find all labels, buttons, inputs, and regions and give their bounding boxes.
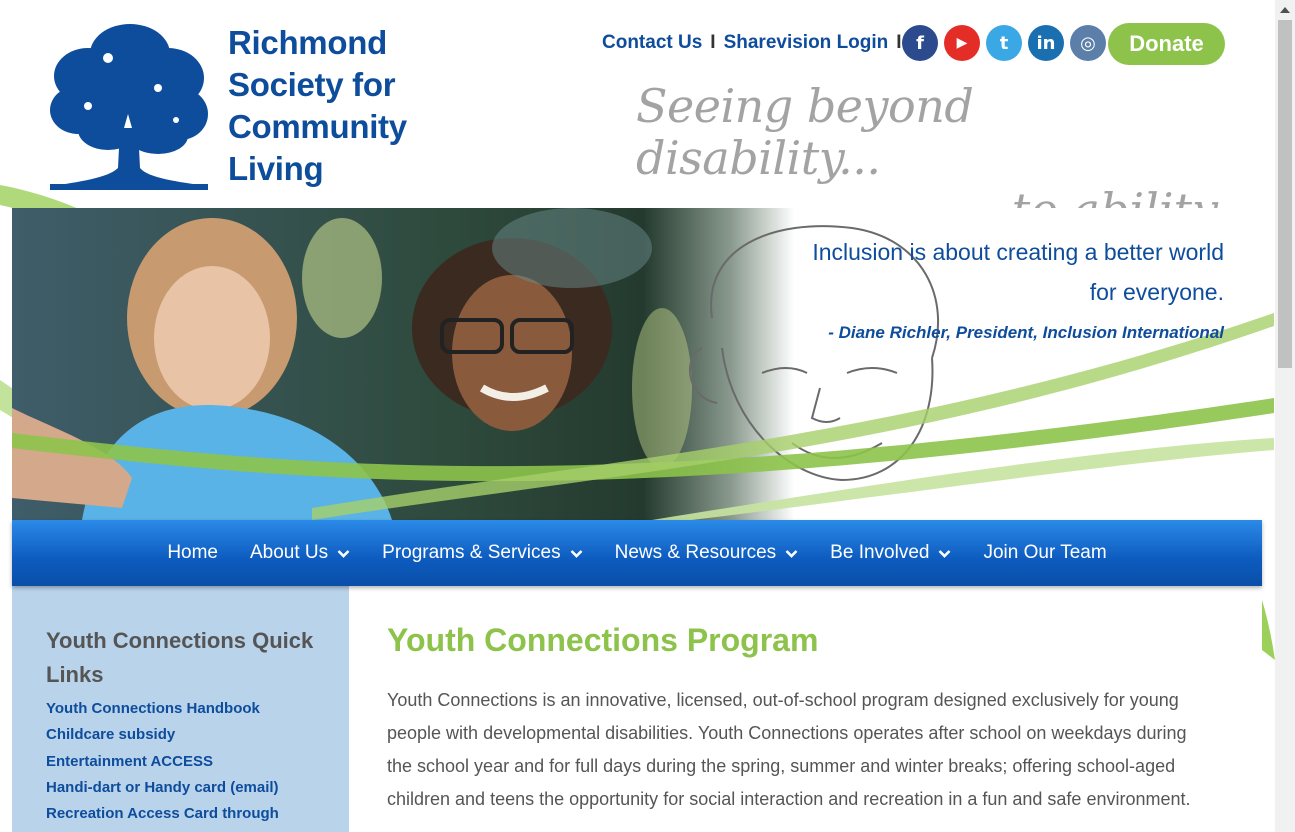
nav-news-label: News & Resources	[614, 542, 777, 563]
twitter-glyph: t	[999, 32, 1009, 54]
page-title: Youth Connections Program	[387, 622, 819, 658]
sidebar-link[interactable]: Childcare subsidy	[46, 722, 349, 748]
link-separator: I	[710, 32, 716, 53]
hero-quote: Inclusion is about creating a better wor…	[804, 232, 1224, 348]
instagram-icon[interactable]: ◎	[1070, 25, 1106, 61]
chevron-down-icon	[785, 549, 798, 558]
link-separator: I	[896, 32, 902, 53]
nav-be-involved[interactable]: Be Involved	[814, 542, 967, 564]
nav-news-resources[interactable]: News & Resources	[599, 542, 815, 564]
site-logo[interactable]: Richmond Society for Community Living	[48, 18, 438, 190]
donate-button[interactable]: Donate	[1108, 23, 1225, 65]
nav-involved-label: Be Involved	[830, 542, 930, 563]
linkedin-icon[interactable]: in	[1028, 25, 1064, 61]
nav-join-label: Join Our Team	[983, 542, 1107, 563]
logo-wordmark: Richmond Society for Community Living	[228, 22, 448, 190]
site-header: Richmond Society for Community Living Co…	[0, 0, 1275, 236]
logo-line: Community	[228, 108, 407, 145]
linkedin-glyph: in	[1036, 32, 1056, 54]
logo-line: Society for	[228, 66, 396, 103]
nav-programs-services[interactable]: Programs & Services	[366, 542, 598, 564]
main-content: Youth Connections Program Youth Connecti…	[349, 586, 1262, 832]
quote-attribution: - Diane Richler, President, Inclusion In…	[828, 323, 1224, 342]
chevron-down-icon	[939, 549, 951, 558]
sidebar-link[interactable]: Handi-dart or Handy card (email)	[46, 775, 349, 801]
sidebar-title: Youth Connections Quick Links	[46, 628, 314, 687]
instagram-glyph: ◎	[1080, 32, 1096, 54]
chevron-down-icon	[570, 549, 583, 558]
sharevision-login-link[interactable]: Sharevision Login	[724, 32, 889, 54]
nav-about-us[interactable]: About Us	[234, 542, 366, 564]
youtube-icon[interactable]: ▶	[944, 25, 980, 61]
sidebar-link[interactable]: Recreation Access Card through	[46, 801, 349, 827]
youtube-glyph: ▶	[956, 35, 968, 51]
nav-about-label: About Us	[250, 542, 329, 563]
nav-home[interactable]: Home	[151, 542, 234, 564]
main-nav: Home About Us Programs & Services News &…	[12, 520, 1262, 586]
quick-links-sidebar: Youth Connections Quick Links Youth Conn…	[12, 586, 349, 832]
twitter-icon[interactable]: t	[986, 25, 1022, 61]
scrollbar-thumb[interactable]	[1278, 20, 1292, 368]
social-links: f ▶ t in ◎	[902, 25, 1106, 61]
intro-paragraph: Youth Connections is an innovative, lice…	[387, 690, 1191, 809]
sidebar-link[interactable]: Youth Connections Handbook	[46, 696, 349, 722]
facebook-glyph: f	[916, 32, 924, 54]
tagline-line-1: Seeing beyond disability...	[636, 79, 974, 185]
scroll-up-arrow-icon[interactable]	[1275, 0, 1295, 20]
page-scrollbar[interactable]	[1275, 0, 1295, 832]
nav-home-label: Home	[167, 542, 218, 563]
chevron-down-icon	[337, 549, 350, 558]
nav-programs-label: Programs & Services	[382, 542, 561, 563]
quote-text: Inclusion is about creating a better wor…	[812, 239, 1224, 305]
logo-line: Living	[228, 150, 324, 187]
nav-join-our-team[interactable]: Join Our Team	[967, 542, 1122, 564]
facebook-icon[interactable]: f	[902, 25, 938, 61]
sidebar-link[interactable]: Entertainment ACCESS	[46, 749, 349, 775]
tree-logo-icon	[50, 24, 208, 190]
logo-line: Richmond	[228, 24, 387, 61]
top-links: Contact Us I Sharevision Login I	[602, 30, 910, 56]
hero-banner: Inclusion is about creating a better wor…	[12, 208, 1274, 520]
contact-us-link[interactable]: Contact Us	[602, 32, 702, 54]
